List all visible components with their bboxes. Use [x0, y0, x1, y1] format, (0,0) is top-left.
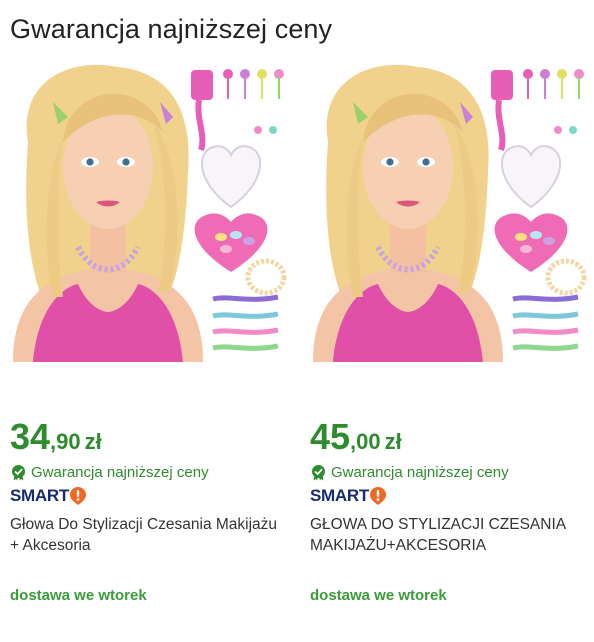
price-integer: 34 [10, 416, 51, 457]
delivery-info: dostawa we wtorek [10, 587, 147, 604]
section-title: Gwarancja najniższej ceny [10, 14, 333, 44]
smart-badge: SMART [310, 486, 387, 506]
guarantee-label: Gwarancja najniższej ceny [331, 464, 509, 481]
price-fraction: ,90 [50, 429, 81, 454]
price: 34,90 zł [10, 416, 102, 458]
lowest-price-guarantee[interactable]: Gwarancja najniższej ceny [310, 464, 509, 481]
price-integer: 45 [310, 416, 351, 457]
styling-head-doll-image[interactable] [308, 62, 590, 362]
smart-label: SMART [310, 486, 369, 505]
guarantee-badge-icon [312, 465, 325, 481]
guarantee-badge-icon [12, 465, 25, 481]
smart-badge: SMART [10, 486, 87, 506]
price: 45,00 zł [310, 416, 402, 458]
price-currency: zł [84, 429, 102, 454]
product-title-link[interactable]: Głowa Do Stylizacji Czesania Makijażu + … [10, 514, 280, 556]
price-currency: zł [384, 429, 402, 454]
styling-head-doll-image[interactable] [8, 62, 290, 362]
lowest-price-guarantee[interactable]: Gwarancja najniższej ceny [10, 464, 209, 481]
product-card[interactable]: 34,90 zł Gwarancja najniższej ceny SMART … [0, 62, 290, 622]
price-fraction: ,00 [350, 429, 381, 454]
smart-label: SMART [10, 486, 69, 505]
guarantee-label: Gwarancja najniższej ceny [31, 464, 209, 481]
smart-exclamation-icon [69, 487, 86, 505]
product-title-link[interactable]: GŁOWA DO STYLIZACJI CZESANIA MAKIJAŻU+AK… [310, 514, 580, 556]
product-card[interactable]: 45,00 zł Gwarancja najniższej ceny SMART … [300, 62, 590, 622]
delivery-info: dostawa we wtorek [310, 587, 447, 604]
smart-exclamation-icon [369, 487, 386, 505]
